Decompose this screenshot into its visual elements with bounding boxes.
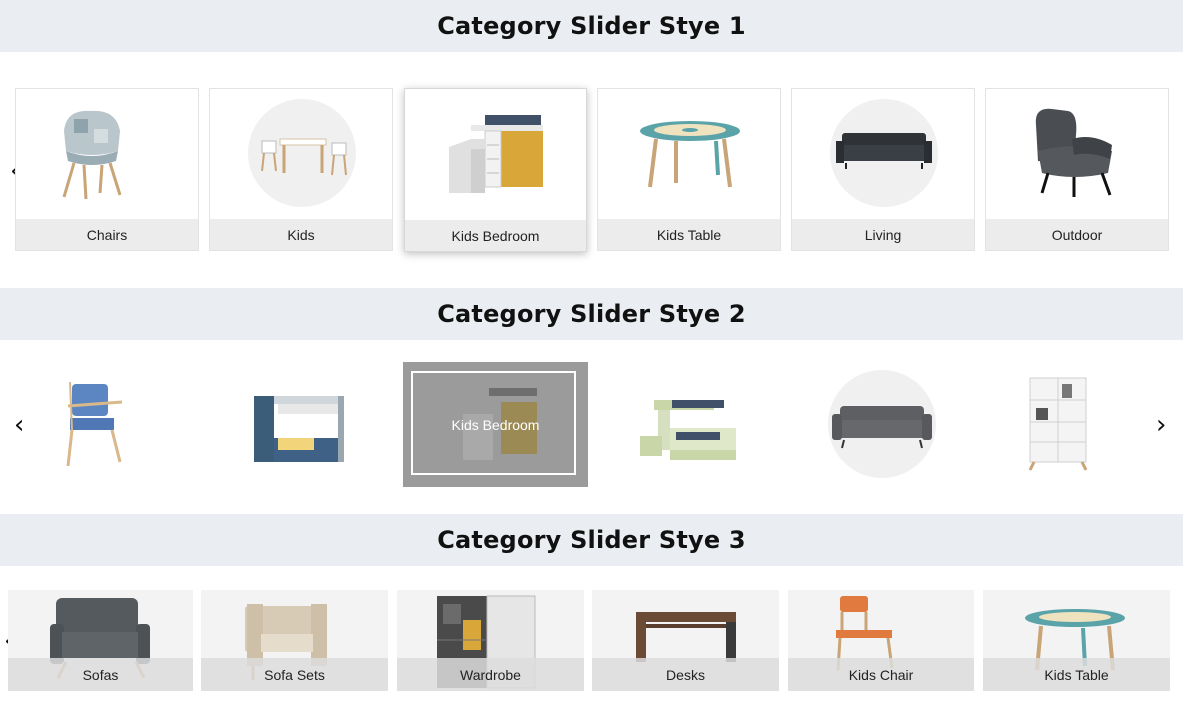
category-card-kids[interactable]: Kids (209, 88, 393, 251)
armchair-patchwork-icon (16, 89, 198, 220)
category-card-outdoor[interactable]: Outdoor (985, 88, 1169, 251)
kids-table-set-icon (210, 89, 392, 220)
card-label: Kids Bedroom (405, 220, 586, 251)
slider2-active-item[interactable]: Kids Bedroom (403, 362, 588, 487)
green-bunk-bed-icon[interactable] (596, 362, 780, 486)
tile-label: Kids Chair (788, 658, 974, 691)
category-tile-desks[interactable]: Desks (592, 590, 779, 691)
card-label: Outdoor (986, 219, 1168, 250)
category-card-kids-bedroom[interactable]: Kids Bedroom (404, 88, 587, 252)
active-item-label: Kids Bedroom (451, 416, 540, 433)
tile-label: Wardrobe (397, 658, 584, 691)
tile-label: Sofa Sets (201, 658, 388, 691)
tile-label: Sofas (8, 658, 193, 691)
round-table-icon (598, 89, 780, 220)
section-header-style-2: Category Slider Stye 2 (0, 288, 1183, 340)
section-title: Category Slider Stye 2 (437, 300, 746, 328)
section-title: Category Slider Stye 1 (437, 12, 746, 40)
category-tile-kids-chair[interactable]: Kids Chair (788, 590, 974, 691)
category-tile-wardrobe[interactable]: Wardrobe (397, 590, 584, 691)
bookshelf-icon[interactable] (966, 362, 1150, 486)
card-label: Kids Table (598, 219, 780, 250)
category-card-kids-table[interactable]: Kids Table (597, 88, 781, 251)
category-tile-sofas[interactable]: Sofas (8, 590, 193, 691)
tile-label: Desks (592, 658, 779, 691)
section-header-style-3: Category Slider Stye 3 (0, 514, 1183, 566)
bunk-bed-icon[interactable] (206, 362, 390, 486)
lounge-chair-icon (986, 89, 1168, 220)
loft-bed-icon (405, 89, 586, 220)
blue-armchair-icon[interactable] (2, 362, 186, 486)
card-label: Living (792, 219, 974, 250)
category-card-living[interactable]: Living (791, 88, 975, 251)
category-tile-sofa-sets[interactable]: Sofa Sets (201, 590, 388, 691)
card-label: Chairs (16, 219, 198, 250)
tile-label: Kids Table (983, 658, 1170, 691)
category-tile-kids-table[interactable]: Kids Table (983, 590, 1170, 691)
sofa-icon (792, 89, 974, 220)
grey-sofa-icon[interactable] (790, 362, 974, 486)
section-title: Category Slider Stye 3 (437, 526, 746, 554)
slider2-next-arrow[interactable]: › (1156, 412, 1166, 438)
category-card-chairs[interactable]: Chairs (15, 88, 199, 251)
card-label: Kids (210, 219, 392, 250)
section-header-style-1: Category Slider Stye 1 (0, 0, 1183, 52)
